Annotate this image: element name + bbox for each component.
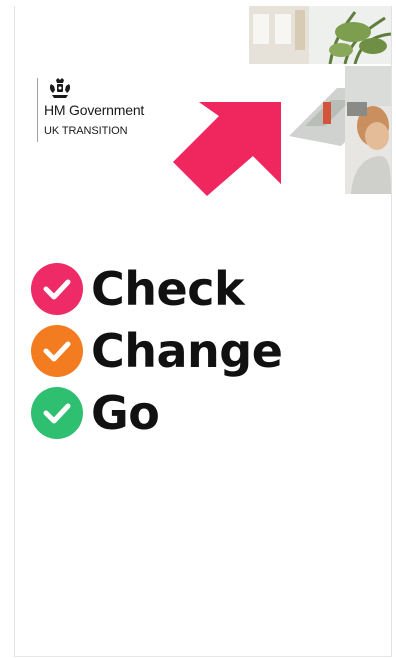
go-label: Go	[91, 386, 160, 440]
page-frame: HM Government UK TRANSITION Check Change	[0, 0, 396, 658]
check-change-go-list: Check Change Go	[31, 258, 371, 444]
brand-title: HM Government	[44, 102, 145, 118]
hero-graphic	[173, 6, 391, 196]
hm-government-logo: HM Government UK TRANSITION	[37, 78, 144, 142]
uk-transition-card: HM Government UK TRANSITION Check Change	[14, 6, 392, 657]
checkmark-icon	[31, 387, 83, 439]
royal-coat-of-arms-icon	[49, 78, 71, 98]
office-photo-top	[249, 6, 391, 64]
office-photo-person	[345, 66, 391, 194]
check-label: Check	[91, 262, 245, 316]
list-item-check: Check	[31, 258, 371, 320]
list-item-change: Change	[31, 320, 371, 382]
brand-subtitle: UK TRANSITION	[44, 125, 128, 137]
change-label: Change	[91, 324, 283, 378]
checkmark-icon	[31, 263, 83, 315]
checkmark-icon	[31, 325, 83, 377]
list-item-go: Go	[31, 382, 371, 444]
